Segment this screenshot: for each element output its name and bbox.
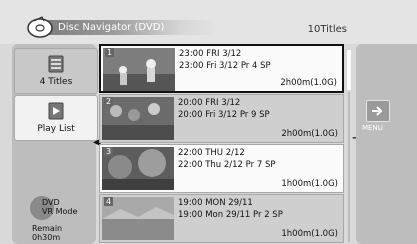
playlist-button-label: Play List [37, 124, 75, 134]
titles-count: 10Titles [307, 24, 347, 35]
remain-label: Remain [32, 224, 63, 233]
header: Disc Navigator (DVD) 10Titles [0, 0, 417, 44]
title-details: 20:00 Fri 3/12 Pr 9 SP [178, 110, 270, 120]
title-duration: 2h00m(1.0G) [281, 129, 338, 139]
title-duration: 2h00m(1.0G) [280, 78, 337, 88]
scrollbar-thumb[interactable] [347, 50, 351, 90]
title-thumbnail: 4 [102, 197, 174, 240]
titles-button-label: 4 Titles [39, 77, 73, 87]
title-list: 1 23:00 FRI 3/12 23:00 Fri 3/12 Pr 4 SP … [99, 44, 344, 244]
left-panel: 4 Titles Play List DVD VR Mode Remain 0h… [12, 44, 98, 244]
title-row[interactable]: 2 20:00 FRI 3/12 20:00 Fri 3/12 Pr 9 SP … [99, 94, 344, 143]
list-icon [48, 55, 64, 73]
title-bar: Disc Navigator (DVD) [27, 16, 218, 38]
mode-line1: DVD [42, 198, 60, 207]
title-number: 3 [104, 147, 114, 156]
playlist-button[interactable]: Play List [14, 95, 98, 141]
scrollbar-track[interactable] [348, 92, 350, 242]
title-row[interactable]: 3 22:00 THU 2/12 22:00 Thu 2/12 Pr 7 SP … [99, 144, 344, 193]
titles-button[interactable]: 4 Titles [14, 48, 98, 94]
title-datetime: 22:00 THU 2/12 [178, 148, 245, 158]
page-title: Disc Navigator (DVD) [58, 22, 165, 33]
title-datetime: 19:00 MON 29/11 [178, 198, 253, 208]
title-row[interactable]: 1 23:00 FRI 3/12 23:00 Fri 3/12 Pr 4 SP … [99, 44, 344, 93]
playlist-icon [48, 102, 64, 120]
title-number: 2 [104, 97, 114, 106]
title-thumbnail: 3 [102, 147, 174, 190]
title-thumbnail: 2 [102, 97, 174, 140]
title-details: 19:00 Mon 29/11 Pr 2 SP [178, 210, 283, 220]
mode-line2: VR Mode [42, 207, 78, 216]
title-details: 22:00 Thu 2/12 Pr 7 SP [178, 160, 276, 170]
title-details: 23:00 Fri 3/12 Pr 4 SP [179, 61, 271, 71]
disc-navigator-icon [27, 16, 53, 38]
title-number: 1 [105, 48, 115, 57]
title-thumbnail: 1 [103, 48, 175, 91]
title-datetime: 20:00 FRI 3/12 [178, 98, 241, 108]
title-duration: 1h00m(1.0G) [281, 229, 338, 239]
remain-value: 0h30m [32, 233, 61, 242]
title-duration: 1h00m(1.0G) [281, 179, 338, 189]
menu-button[interactable]: MENU [360, 100, 416, 138]
menu-label: MENU [362, 124, 383, 132]
menu-icon [366, 100, 390, 122]
disc-mode-info: DVD VR Mode Remain 0h30m [16, 196, 92, 244]
list-scrollbar[interactable] [346, 44, 352, 244]
title-row[interactable]: 4 19:00 MON 29/11 19:00 Mon 29/11 Pr 2 S… [99, 194, 344, 243]
right-panel: MENU [356, 44, 417, 244]
title-datetime: 23:00 FRI 3/12 [179, 49, 242, 59]
title-number: 4 [104, 197, 114, 206]
